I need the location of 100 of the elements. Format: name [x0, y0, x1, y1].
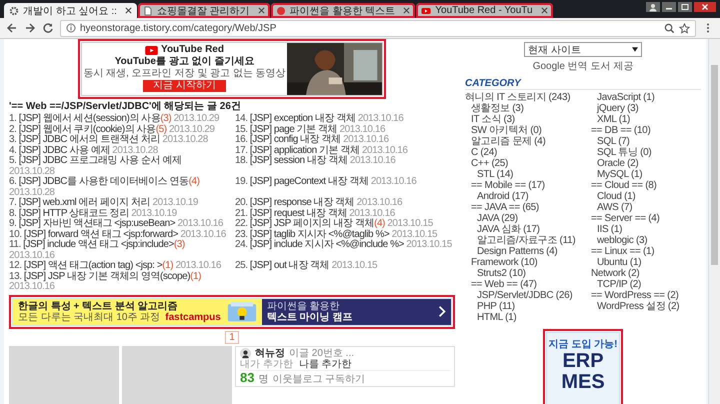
- category-link[interactable]: Ubuntu (1): [597, 257, 642, 268]
- search-scope-select[interactable]: 현재 사이트: [524, 42, 642, 57]
- close-icon[interactable]: [540, 7, 548, 14]
- category-link[interactable]: JAVA (29): [477, 213, 518, 224]
- category-link[interactable]: Oracle (2): [597, 158, 638, 169]
- category-link[interactable]: == JAVA == (65): [471, 202, 539, 213]
- post-link[interactable]: 13. [JSP] JSP 내장 기본 객체의 영역(scope)(1) 2013.10.16: [9, 272, 229, 292]
- thumbnail-placeholder[interactable]: [122, 346, 232, 404]
- post-link[interactable]: 7. [JSP] web.xml 에러 페이지 처리 2013.10.19: [9, 198, 229, 208]
- start-button[interactable]: 지금 시작하기: [143, 80, 226, 92]
- post-link[interactable]: 19. [JSP] pageContext 내장 객체 2013.10.16: [235, 177, 455, 198]
- category-link[interactable]: C (24): [471, 147, 497, 158]
- category-link[interactable]: AWS (7): [597, 202, 632, 213]
- browser-tab[interactable]: 개발이 하고 싶어요 ::: [4, 3, 137, 18]
- category-link[interactable]: IT 소식 (3): [471, 114, 515, 125]
- category-link[interactable]: 생활정보 (3): [471, 103, 524, 114]
- post-link[interactable]: 6. [JSP] JDBC를 사용한 데이터베이스 연동(4) 2013.10.28: [9, 177, 229, 198]
- category-link[interactable]: weblogic (3): [597, 235, 648, 246]
- thumbnail-placeholder[interactable]: [9, 346, 119, 404]
- post-link[interactable]: 14. [JSP] exception 내장 객체 2013.10.16: [235, 114, 455, 124]
- category-link[interactable]: MySQL (1): [597, 169, 642, 180]
- close-icon[interactable]: [124, 7, 132, 14]
- follower-count: 83: [240, 370, 254, 384]
- ad-banner[interactable]: 한글의 특성 + 텍스트 분석 알고리즘 모든 다루는 국내최대 10주 과정 fastcampus 파이썬을 활용한 텍스트 마이닝 캠프: [12, 298, 452, 326]
- category-link[interactable]: SQL 튜닝 (0): [597, 147, 652, 158]
- category-link[interactable]: Android (17): [477, 191, 528, 202]
- category-link[interactable]: Design Patterns (4): [477, 246, 558, 257]
- category-link[interactable]: 알고리즘 문제 (4): [471, 136, 546, 147]
- close-icon[interactable]: [258, 7, 265, 14]
- post-link[interactable]: 4. [JSP] JDBC 사용 예제 2013.10.28: [9, 146, 229, 156]
- close-icon[interactable]: [403, 7, 410, 14]
- category-link[interactable]: == Mobile == (17): [471, 180, 545, 191]
- post-link[interactable]: 3. [JSP] JDBC 에서의 트랜잭션 처리 2013.10.28: [9, 135, 229, 146]
- post-link[interactable]: 8. [JSP] HTTP 상태코드 정리 2013.10.19: [9, 208, 229, 219]
- category-link[interactable]: TCP/IP (2): [597, 279, 642, 290]
- category-link[interactable]: == Web == (47): [471, 279, 537, 290]
- post-link[interactable]: 10. [JSP] forward 액션 태그 <jsp:forward> 2013.10.16: [9, 230, 229, 240]
- category-link[interactable]: == DB == (10): [591, 125, 650, 136]
- browser-tab[interactable]: 파이썬을 활용한 텍스트: [270, 3, 416, 18]
- post-link[interactable]: 16. [JSP] config 내장 객체 2013.10.16: [235, 135, 455, 146]
- profile-icon[interactable]: [646, 2, 660, 12]
- post-link[interactable]: 18. [JSP] session 내장 객체 2013.10.16: [235, 156, 455, 177]
- browser-tab[interactable]: YouTube Red - YouTu: [416, 3, 553, 18]
- post-link[interactable]: 21. [JSP] request 내장 객체 2013.10.16: [235, 208, 455, 219]
- maximize-icon[interactable]: [678, 2, 692, 12]
- zoom-icon[interactable]: [664, 22, 675, 34]
- category-link[interactable]: JAVA 심화 (17): [477, 224, 540, 235]
- star-icon[interactable]: [679, 22, 690, 34]
- post-link[interactable]: 2. [JSP] 웹에서 쿠키(cookie)의 사용(5) 2013.10.29: [9, 124, 229, 135]
- followers-tab[interactable]: 나를 추가한: [298, 358, 352, 370]
- post-link[interactable]: 5. [JSP] JDBC 프로그래밍 사용 순서 예제 2013.10.28: [9, 156, 229, 177]
- category-link[interactable]: SQL (7): [597, 136, 630, 147]
- category-link[interactable]: Framework (10): [471, 257, 538, 268]
- category-link[interactable]: Struts2 (10): [477, 268, 526, 279]
- post-link[interactable]: 11. [JSP] include 액션 태그 <jsp:include>(3) 2013.10.16: [9, 240, 229, 261]
- post-link[interactable]: 24. [JSP] include 지시자 <%@include %> 2013.10.15: [235, 240, 455, 261]
- post-link[interactable]: 12. [JSP] 액션 태그(action tag) <jsp: >(1) 2013.10.16: [9, 261, 229, 272]
- browser-tab[interactable]: 쇼핑몰결잘 관리하기: [138, 3, 270, 18]
- category-link[interactable]: HTML (1): [477, 312, 516, 323]
- forward-icon[interactable]: [24, 22, 36, 34]
- close-icon[interactable]: [694, 2, 716, 12]
- category-link[interactable]: IIS (1): [597, 224, 622, 235]
- category-link[interactable]: == WordPress == (2): [591, 290, 678, 301]
- category-link[interactable]: == Linux == (1): [591, 246, 654, 257]
- post-link[interactable]: 1. [JSP] 웹에서 세션(session)의 사용(3) 2013.10.29: [9, 114, 229, 124]
- ad-text: 동시 재생, 오프라인 저장 및 광고 없는 동영상: [83, 68, 286, 80]
- category-link[interactable]: == Server == (4): [591, 213, 660, 224]
- category-link[interactable]: JSP/Servlet/JDBC (26): [477, 290, 572, 301]
- page-link[interactable]: 1: [225, 330, 239, 344]
- category-link[interactable]: PHP (11): [477, 301, 515, 312]
- category-link[interactable]: 혀니의 IT 스토리지 (243): [465, 92, 570, 103]
- reload-icon[interactable]: [42, 22, 54, 34]
- post-link[interactable]: 9. [JSP] 자바빈 액션태그 <jsp:useBean> 2013.10.16: [9, 219, 229, 230]
- minimize-icon[interactable]: [662, 2, 676, 12]
- ad-banner[interactable]: YouTube Red YouTube를 광고 없이 즐기세요 동시 재생, 오프라인 저장 및 광고 없는 동영상 지금 시작하기: [81, 42, 383, 96]
- category-link[interactable]: XML (1): [597, 114, 630, 125]
- post-link[interactable]: 22. [JSP] JSP 페이지의 내장 객체(4) 2013.10.15: [235, 219, 455, 230]
- subscribe-link[interactable]: 이웃블로그 구독하기: [272, 374, 366, 384]
- post-link[interactable]: 23. [JSP] taglib 지시자 <%@taglib %> 2013.10.15: [235, 230, 455, 240]
- ad-banner[interactable]: 지금 도입 가능! ERP MES: [546, 332, 620, 404]
- category-link[interactable]: Network (2): [591, 268, 640, 279]
- ad-headline: 지금 도입 가능!: [548, 338, 618, 351]
- post-link[interactable]: 17. [JSP] application 기본 객체 2013.10.16: [235, 146, 455, 156]
- category-link[interactable]: WordPress 설정 (2): [597, 301, 680, 312]
- back-icon[interactable]: [6, 22, 18, 34]
- post-link[interactable]: 25. [JSP] out 내장 객체 2013.10.15: [235, 261, 455, 272]
- address-field[interactable]: hyeonstorage.tistory.com/category/Web/JSP: [60, 20, 696, 36]
- category-link[interactable]: 알고리즘/자료구조 (11): [477, 235, 576, 246]
- category-link[interactable]: SW 아키텍처 (0): [471, 125, 542, 136]
- category-link[interactable]: JavaScript (1): [597, 92, 654, 103]
- category-link[interactable]: jQuery (3): [597, 103, 638, 114]
- scrollbar[interactable]: [708, 39, 720, 404]
- translate-link[interactable]: Google 번역 도서 제공: [532, 59, 634, 73]
- category-link[interactable]: STL (14): [477, 169, 514, 180]
- category-link[interactable]: Cloud (1): [597, 191, 636, 202]
- category-link[interactable]: C++ (25): [471, 158, 508, 169]
- post-link[interactable]: 15. [JSP] page 기본 객체 2013.10.16: [235, 124, 455, 135]
- post-link[interactable]: 20. [JSP] response 내장 객체 2013.10.16: [235, 198, 455, 208]
- category-heading: '== Web ==/JSP/Servlet/JDBC'에 해당되는 글 26건: [9, 101, 242, 113]
- category-link[interactable]: == Cloud == (8): [591, 180, 657, 191]
